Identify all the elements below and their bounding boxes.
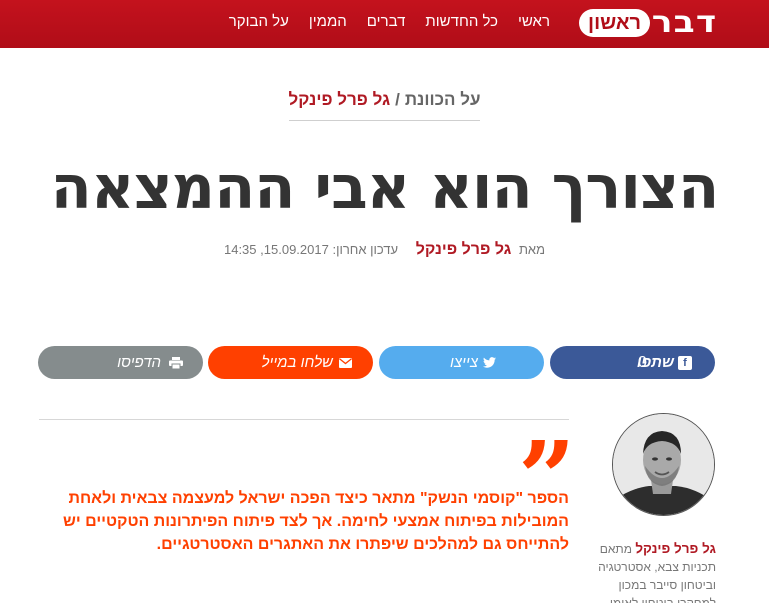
twitter-share-button[interactable]: צייצו (379, 346, 544, 379)
twitter-icon (482, 356, 496, 370)
pull-quote: הספר "קוסמי הנשק" מתאר כיצד הפכה ישראל ל… (62, 490, 569, 553)
content-divider (39, 419, 569, 420)
byline-updated-date: עדכון אחרון: 15.09.2017, 14:35 (223, 242, 399, 257)
main-nav: ראשי כל החדשות דברים הממין על הבוקר (209, 12, 550, 32)
breadcrumb-separator: / (395, 90, 400, 109)
author-bio: גל פרל פינקל מתאם תכניות צבא, אסטרטגיה ו… (594, 540, 716, 603)
byline-by-label: מאת (518, 242, 546, 257)
article-byline: מאת גל פרל פינקל עדכון אחרון: 15.09.2017… (0, 241, 769, 259)
share-bar: f שתפו 0 צייצו שלחו במייל הדפיסו (38, 346, 715, 379)
site-logo[interactable]: דבר ראשון (579, 6, 716, 40)
byline-author-link[interactable]: גל פרל פינקל (416, 241, 512, 258)
facebook-share-count: 0 (638, 353, 647, 371)
facebook-icon: f (678, 355, 692, 370)
breadcrumb-author-link[interactable]: גל פרל פינקל (289, 90, 391, 109)
breadcrumb: על הכוונת /גל פרל פינקל (0, 90, 769, 121)
nav-item-things[interactable]: דברים (367, 12, 406, 32)
logo-pill-text: ראשון (579, 9, 650, 37)
print-icon (169, 356, 183, 370)
nav-item-funder[interactable]: הממין (309, 12, 347, 32)
author-bio-name-link[interactable]: גל פרל פינקל (635, 541, 716, 556)
author-portrait-image (613, 414, 714, 515)
mail-icon (338, 356, 352, 370)
mail-share-label: שלחו במייל (261, 354, 333, 371)
print-label: הדפיסו (117, 354, 161, 371)
print-button[interactable]: הדפיסו (38, 346, 203, 379)
article-title: הצורך הוא אבי ההמצאה (50, 153, 720, 223)
nav-item-all-news[interactable]: כל החדשות (425, 12, 498, 32)
quote-mark-icon: ” (518, 428, 576, 488)
author-avatar[interactable] (612, 413, 715, 516)
logo-main-text: דבר (651, 5, 718, 40)
nav-item-home[interactable]: ראשי (518, 12, 550, 32)
breadcrumb-section-link[interactable]: על הכוונת (405, 90, 481, 109)
facebook-share-button[interactable]: f שתפו 0 (550, 346, 715, 379)
top-navbar: דבר ראשון ראשי כל החדשות דברים הממין על … (0, 0, 769, 48)
nav-item-about[interactable]: על הבוקר (229, 12, 289, 32)
twitter-share-label: צייצו (449, 354, 478, 371)
mail-share-button[interactable]: שלחו במייל (208, 346, 373, 379)
